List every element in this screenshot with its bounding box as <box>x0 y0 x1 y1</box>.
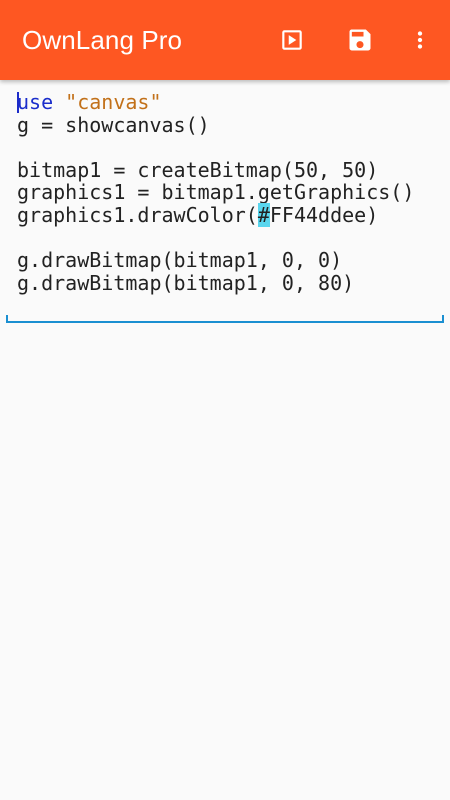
code-editor[interactable]: use "canvas" g = showcanvas() bitmap1 = cr… <box>6 80 444 323</box>
code-line-1: use "canvas" <box>17 91 414 114</box>
code-segment: graphics1.drawColor( <box>17 202 258 227</box>
code-line-5: graphics1 = bitmap1.getGraphics() <box>17 180 415 205</box>
keyword-token: use <box>17 90 54 114</box>
run-button[interactable] <box>272 20 312 60</box>
code-line-6: graphics1.drawColor(#FF44ddee) <box>17 202 414 227</box>
code-text[interactable]: use "canvas" g = showcanvas() bitmap1 = cr… <box>17 91 414 294</box>
more-vertical-icon <box>417 31 423 49</box>
app-bar: OwnLang Pro <box>0 0 450 80</box>
more-options-button[interactable] <box>400 20 440 60</box>
code-line-8: g.drawBitmap(bitmap1, 0, 0) <box>17 248 343 273</box>
code-segment: FF44ddee) <box>269 202 379 227</box>
string-token: "canvas" <box>65 90 162 114</box>
app-title: OwnLang Pro <box>22 25 183 55</box>
code-line-9: g.drawBitmap(bitmap1, 0, 80) <box>17 270 355 295</box>
save-button[interactable] <box>340 20 380 60</box>
play-box-icon <box>282 30 302 50</box>
bracket-match-highlight: # <box>257 202 270 227</box>
code-line-4: bitmap1 = createBitmap(50, 50) <box>17 157 379 182</box>
floppy-disk-icon <box>349 29 371 51</box>
code-line-2: g = showcanvas() <box>17 112 210 137</box>
